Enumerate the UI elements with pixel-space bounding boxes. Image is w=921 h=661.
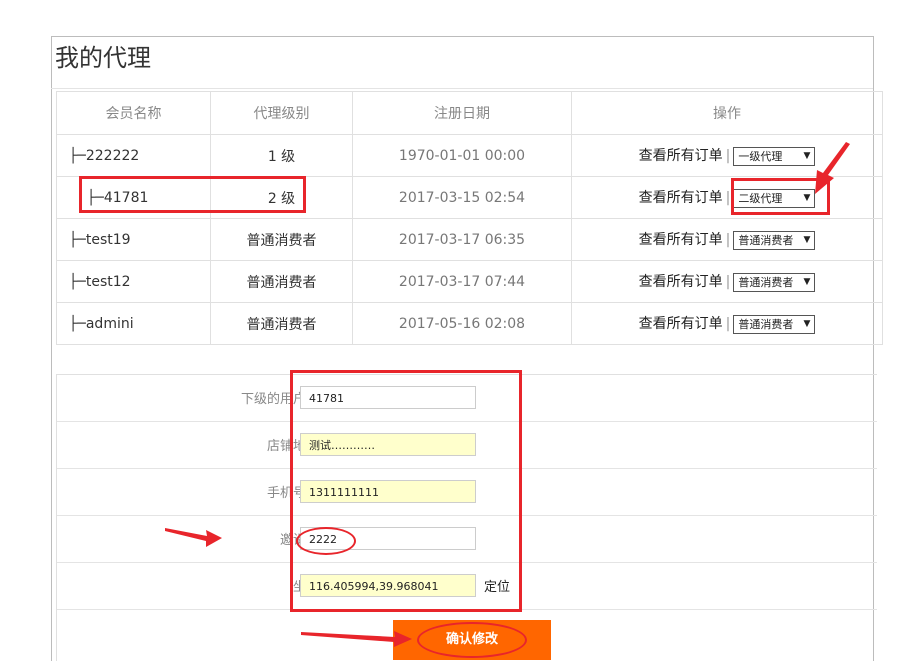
annotation-arrows (165, 142, 850, 647)
arrow-annotation-confirm (301, 631, 412, 647)
arrow-annotation-invite (165, 528, 222, 547)
arrow-annotation-select (815, 142, 850, 194)
